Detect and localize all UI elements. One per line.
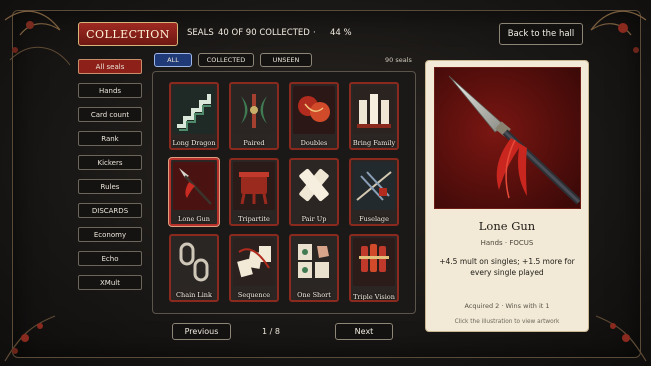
card-label: Triple Vision (353, 292, 395, 301)
detail-hint: Click the illustration to view artwork (454, 319, 560, 325)
seal-card-sequence[interactable]: Sequence (229, 234, 279, 302)
card-label: One Short (297, 291, 331, 299)
seal-card-lone-gun[interactable]: Lone Gun (169, 158, 219, 226)
seal-illustration[interactable] (434, 67, 581, 209)
sidebar-item-discards[interactable]: DISCARDS (78, 203, 142, 218)
seal-card-triple-vision[interactable]: Triple Vision (349, 234, 399, 302)
seal-card-pair-up[interactable]: Pair Up (289, 158, 339, 226)
sidebar-item-card-count[interactable]: Card count (78, 107, 142, 122)
tablets-icon (353, 86, 395, 134)
card-label: Bring Family (352, 139, 396, 147)
seal-detail-panel: Lone Gun Hands · FOCUS +4.5 mult on sing… (425, 60, 589, 332)
seal-card-fuselage[interactable]: Fuselage (349, 158, 399, 226)
card-label: Doubles (300, 139, 328, 147)
sidebar-item-kickers[interactable]: Kickers (78, 155, 142, 170)
category-sidebar: All seals Hands Card count Rank Kickers … (78, 59, 142, 299)
detail-title: Lone Gun (478, 219, 536, 233)
collected-percent: 44 % (330, 28, 352, 38)
card-label: Fuselage (359, 215, 389, 223)
paired-axes-icon (233, 86, 275, 134)
sidebar-item-rules[interactable]: Rules (78, 179, 142, 194)
previous-page-button[interactable]: Previous (172, 323, 231, 340)
seals-label: SEALS (187, 28, 214, 38)
tiles-sequence-icon (233, 238, 275, 286)
detail-category: Hands · FOCUS (480, 239, 534, 247)
sidebar-item-echo[interactable]: Echo (78, 251, 142, 266)
cauldron-icon (233, 162, 275, 210)
seal-card-tripartite[interactable]: Tripartite (229, 158, 279, 226)
seal-card-paired[interactable]: Paired (229, 82, 279, 150)
seal-card-bring-family[interactable]: Bring Family (349, 82, 399, 150)
collected-count: 40 OF 90 COLLECTED (218, 28, 310, 38)
page-indicator: 1 / 8 (262, 327, 280, 336)
seal-card-doubles[interactable]: Doubles (289, 82, 339, 150)
filter-all-button[interactable]: ALL (154, 53, 192, 67)
seal-grid-panel: Long Dragon Paired Doubles Bring Family … (152, 71, 416, 314)
detail-stats: Acquired 2 · Wins with it 1 (464, 302, 550, 310)
sidebar-item-all-seals[interactable]: All seals (78, 59, 142, 74)
card-label: Pair Up (301, 215, 327, 223)
chain-icon (173, 238, 215, 286)
detail-description: +4.5 mult on singles; +1.5 more for ever… (439, 257, 575, 277)
seal-card-long-dragon[interactable]: Long Dragon (169, 82, 219, 150)
corner-crane-decoration (4, 10, 71, 66)
collection-title-badge: COLLECTION (78, 22, 178, 46)
header-separator: · (313, 28, 316, 38)
sidebar-item-economy[interactable]: Economy (78, 227, 142, 242)
sidebar-item-rank[interactable]: Rank (78, 131, 142, 146)
sidebar-item-xmult[interactable]: XMult (78, 275, 142, 290)
bundle-icon (353, 238, 395, 286)
stairs-icon (173, 86, 215, 134)
filter-tabs: ALL COLLECTED UNSEEN (154, 53, 312, 67)
card-label: Tripartite (238, 215, 270, 223)
sidebar-item-hands[interactable]: Hands (78, 83, 142, 98)
seal-card-one-short[interactable]: One Short (289, 234, 339, 302)
crossed-tiles-icon (293, 162, 335, 210)
card-label: Sequence (237, 291, 271, 299)
back-to-hall-button[interactable]: Back to the hall (499, 23, 583, 45)
card-label: Paired (243, 139, 265, 147)
corner-blossom-decoration (4, 315, 56, 362)
red-knot-icon (293, 86, 335, 134)
filter-unseen-button[interactable]: UNSEEN (260, 53, 312, 67)
spear-icon (173, 162, 215, 210)
next-page-button[interactable]: Next (335, 323, 393, 340)
card-label: Chain Link (176, 291, 212, 299)
spear-icon (435, 68, 580, 208)
seal-total-count: 90 seals (385, 56, 412, 64)
card-label: Lone Gun (178, 215, 210, 223)
tiles-hand-icon (293, 238, 335, 286)
rafters-icon (353, 162, 395, 210)
filter-collected-button[interactable]: COLLECTED (198, 53, 254, 67)
card-label: Long Dragon (172, 139, 216, 147)
seal-card-chain-link[interactable]: Chain Link (169, 234, 219, 302)
